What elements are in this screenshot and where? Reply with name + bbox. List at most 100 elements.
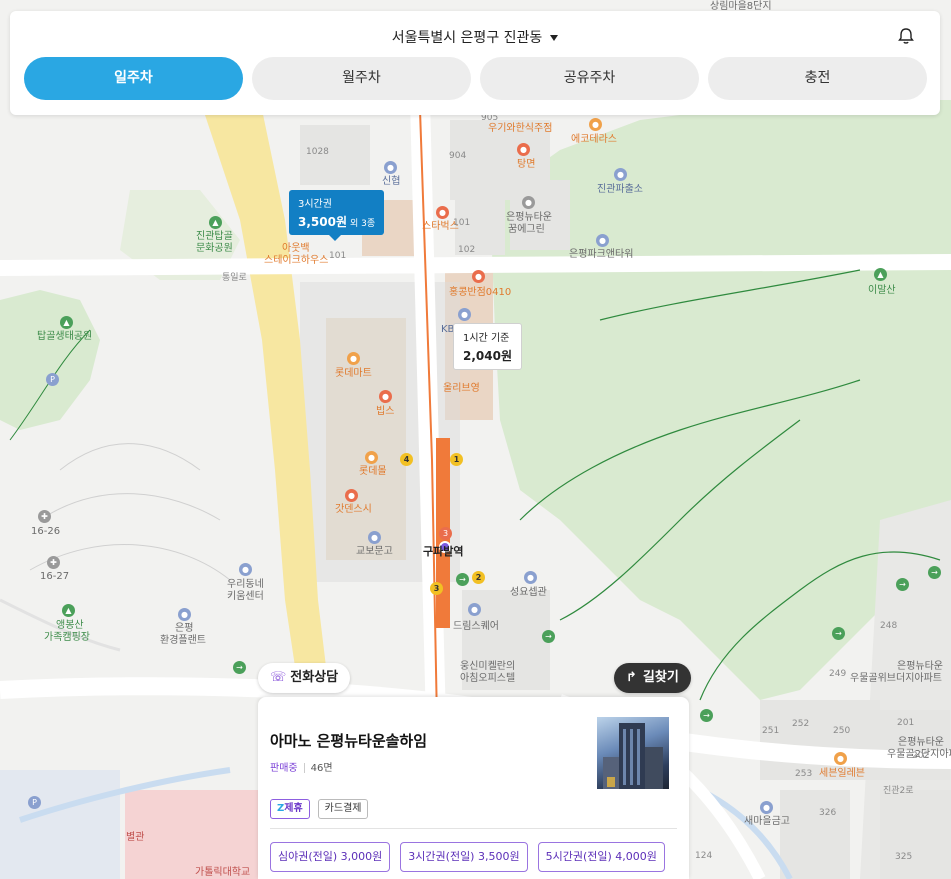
map-label: 롯데몰 xyxy=(359,466,387,477)
building-number: 904 xyxy=(449,151,467,161)
pass-3hour[interactable]: 3시간권(전일) 3,500원 xyxy=(400,842,528,872)
building-number: 124 xyxy=(695,851,713,861)
restaurant-icon: ● xyxy=(379,390,392,403)
building-number: 202 xyxy=(912,751,930,761)
convenience-store-icon: ● xyxy=(834,752,847,765)
trail-arrow-icon: → xyxy=(542,630,555,643)
map-label: 가톨릭대학교 xyxy=(195,867,251,878)
tab-monthly-parking[interactable]: 월주차 xyxy=(252,57,471,100)
parking-price-tag[interactable]: 1시간 기준 2,040원 xyxy=(453,323,522,370)
pass-options: 심야권(전일) 3,000원 3시간권(전일) 3,500원 5시간권(전일) … xyxy=(270,842,665,872)
directions-label: 길찾기 xyxy=(642,670,679,685)
cross-icon: ✚ xyxy=(38,510,51,523)
parking-price-tag-selected[interactable]: 3시간권 3,500원 외 3종 xyxy=(289,190,385,241)
map-label: 환경플랜트 xyxy=(160,635,206,646)
tab-shared-parking[interactable]: 공유주차 xyxy=(480,57,699,100)
tag-duration: 3시간권 xyxy=(298,199,332,210)
cafe-icon: ● xyxy=(589,118,602,131)
map-label: 별관 xyxy=(126,832,145,843)
map-label: 신협 xyxy=(382,176,401,187)
map-label: 가족캠핑장 xyxy=(44,632,90,643)
pass-night[interactable]: 심야권(전일) 3,000원 xyxy=(270,842,391,872)
exit-2-icon: 2 xyxy=(472,571,485,584)
map-label: 홍콩반점0410 xyxy=(449,287,512,298)
parking-icon: P xyxy=(28,796,41,809)
map-label: 갓덴스시 xyxy=(335,504,372,515)
building-number: 326 xyxy=(819,808,837,818)
lot-thumbnail[interactable] xyxy=(597,717,669,789)
mart-icon: ● xyxy=(347,352,360,365)
map-label: 교보문고 xyxy=(356,546,393,557)
road-label: 진관2로 xyxy=(883,786,914,796)
map-label: 에코테라스 xyxy=(571,134,617,145)
restaurant-icon: ● xyxy=(517,143,530,156)
building-icon: ● xyxy=(468,603,481,616)
bell-icon[interactable] xyxy=(898,27,914,45)
map-label: 탕면 xyxy=(517,159,536,170)
center-icon: ● xyxy=(239,563,252,576)
parking-lot-card[interactable]: 아마노 은평뉴타운솔하임 판매중 46면 Z제휴 카드결제 심야권(전일) 3,0… xyxy=(258,697,689,879)
building-icon: ● xyxy=(596,234,609,247)
map-label: 16-27 xyxy=(40,571,70,582)
road-label: 통일로 xyxy=(222,273,247,283)
map-label: 아침오피스텔 xyxy=(460,673,516,684)
map-label: 우물골위브더지아파트 xyxy=(850,673,942,684)
mountain-icon: ▲ xyxy=(874,268,887,281)
tag-extra: 외 3종 xyxy=(350,219,376,229)
restaurant-icon: ● xyxy=(472,270,485,283)
location-selector[interactable]: 서울특별시 은평구 진관동 xyxy=(10,27,940,47)
tab-daily-parking[interactable]: 일주차 xyxy=(24,57,243,100)
tag-price: 3,500원 xyxy=(298,215,347,229)
bank-icon: ● xyxy=(760,801,773,814)
building-icon: ● xyxy=(524,571,537,584)
police-icon: ● xyxy=(614,168,627,181)
plant-icon: ● xyxy=(178,608,191,621)
lot-meta: 판매중 46면 xyxy=(270,759,333,774)
lot-name: 아마노 은평뉴타운솔하임 xyxy=(270,732,428,750)
station-label[interactable]: 구파발역 xyxy=(423,545,463,558)
map-label: 진관파출소 xyxy=(597,184,643,195)
cross-icon: ✚ xyxy=(47,556,60,569)
turn-arrow-icon: ↱ xyxy=(626,670,637,685)
map-label: 빕스 xyxy=(376,406,395,417)
building-number: 1028 xyxy=(306,147,329,157)
camping-icon: ▲ xyxy=(62,604,75,617)
header-panel: 서울특별시 은평구 진관동 일주차 월주차 공유주차 충전 xyxy=(10,11,940,115)
lot-status: 판매중 xyxy=(270,763,298,774)
trail-arrow-icon: → xyxy=(896,578,909,591)
exit-4-icon: 4 xyxy=(400,453,413,466)
building-number: 325 xyxy=(895,852,913,862)
building-number: 249 xyxy=(829,669,847,679)
mall-icon: ● xyxy=(365,451,378,464)
building-number: 248 xyxy=(880,621,898,631)
tab-charging[interactable]: 충전 xyxy=(708,57,927,100)
building-number: 250 xyxy=(833,726,851,736)
map-label: 문화공원 xyxy=(196,243,233,254)
map-label: 롯데마트 xyxy=(335,368,372,379)
pass-5hour[interactable]: 5시간권(전일) 4,000원 xyxy=(537,842,665,872)
bookstore-icon: ● xyxy=(368,531,381,544)
cafe-icon: ● xyxy=(436,206,449,219)
trail-arrow-icon: → xyxy=(832,627,845,640)
bank-icon: ● xyxy=(384,161,397,174)
phone-consult-label: 전화상담 xyxy=(290,670,339,685)
map-label: 은평파크앤타워 xyxy=(569,249,634,260)
building-number: 101 xyxy=(453,218,471,228)
trail-arrow-icon: → xyxy=(928,566,941,579)
exit-3-icon: 3 xyxy=(430,582,443,595)
exit-1-icon: 1 xyxy=(450,453,463,466)
park-icon: ▲ xyxy=(60,316,73,329)
caret-down-icon xyxy=(550,35,559,41)
directions-button[interactable]: ↱ 길찾기 xyxy=(614,663,691,693)
subway-line3-icon: 3 xyxy=(439,527,452,540)
restaurant-icon: ● xyxy=(345,489,358,502)
map-label: 올리브영 xyxy=(443,383,480,394)
lot-spaces: 46면 xyxy=(310,763,333,774)
map-label: 키움센터 xyxy=(227,591,264,602)
map-label: 성요셉관 xyxy=(510,587,547,598)
map-label: 세븐일레븐 xyxy=(819,768,865,779)
phone-consult-button[interactable]: ☏ 전화상담 xyxy=(258,663,351,693)
category-tabs: 일주차 월주차 공유주차 충전 xyxy=(24,57,927,100)
park-icon: ▲ xyxy=(209,216,222,229)
tag-duration: 1시간 기준 xyxy=(463,333,510,344)
